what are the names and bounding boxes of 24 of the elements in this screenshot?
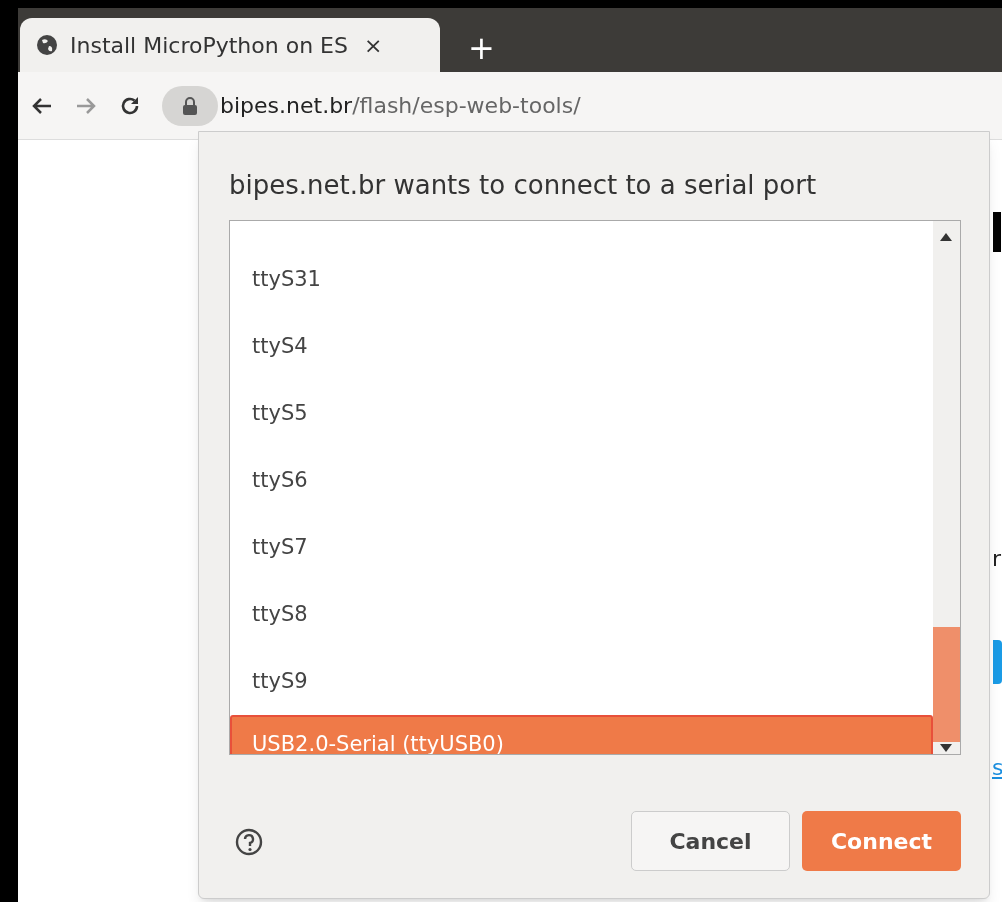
globe-icon [36, 34, 58, 56]
scroll-down-icon[interactable] [940, 744, 952, 752]
port-option[interactable]: ttyS31 [230, 246, 933, 313]
port-option[interactable]: ttyS7 [230, 514, 933, 581]
dialog-title: bipes.net.br wants to connect to a serial port [229, 169, 817, 202]
port-option[interactable]: ttyS9 [230, 648, 933, 715]
page-heading-fragment [993, 212, 1001, 252]
port-option[interactable]: ttyS4 [230, 313, 933, 380]
page-text-fragment: r [992, 548, 1002, 570]
port-option[interactable]: ttyS6 [230, 447, 933, 514]
port-option[interactable]: ttyS8 [230, 581, 933, 648]
cancel-button[interactable]: Cancel [631, 811, 790, 871]
scrollbar[interactable] [933, 221, 960, 754]
scroll-up-icon[interactable] [940, 233, 952, 241]
tab-title: Install MicroPython on ES [70, 31, 348, 60]
new-tab-button[interactable]: + [468, 32, 495, 64]
close-tab-button[interactable]: × [363, 28, 383, 62]
scrollbar-thumb[interactable] [933, 627, 960, 742]
page-link-fragment[interactable]: s [992, 757, 1002, 779]
browser-tab[interactable]: Install MicroPython on ES × [20, 18, 440, 72]
port-option[interactable]: ttyS5 [230, 380, 933, 447]
url-text[interactable]: bipes.net.br/flash/esp-web-tools/ [220, 89, 581, 122]
help-icon[interactable] [235, 828, 263, 856]
lock-icon[interactable] [162, 85, 218, 126]
